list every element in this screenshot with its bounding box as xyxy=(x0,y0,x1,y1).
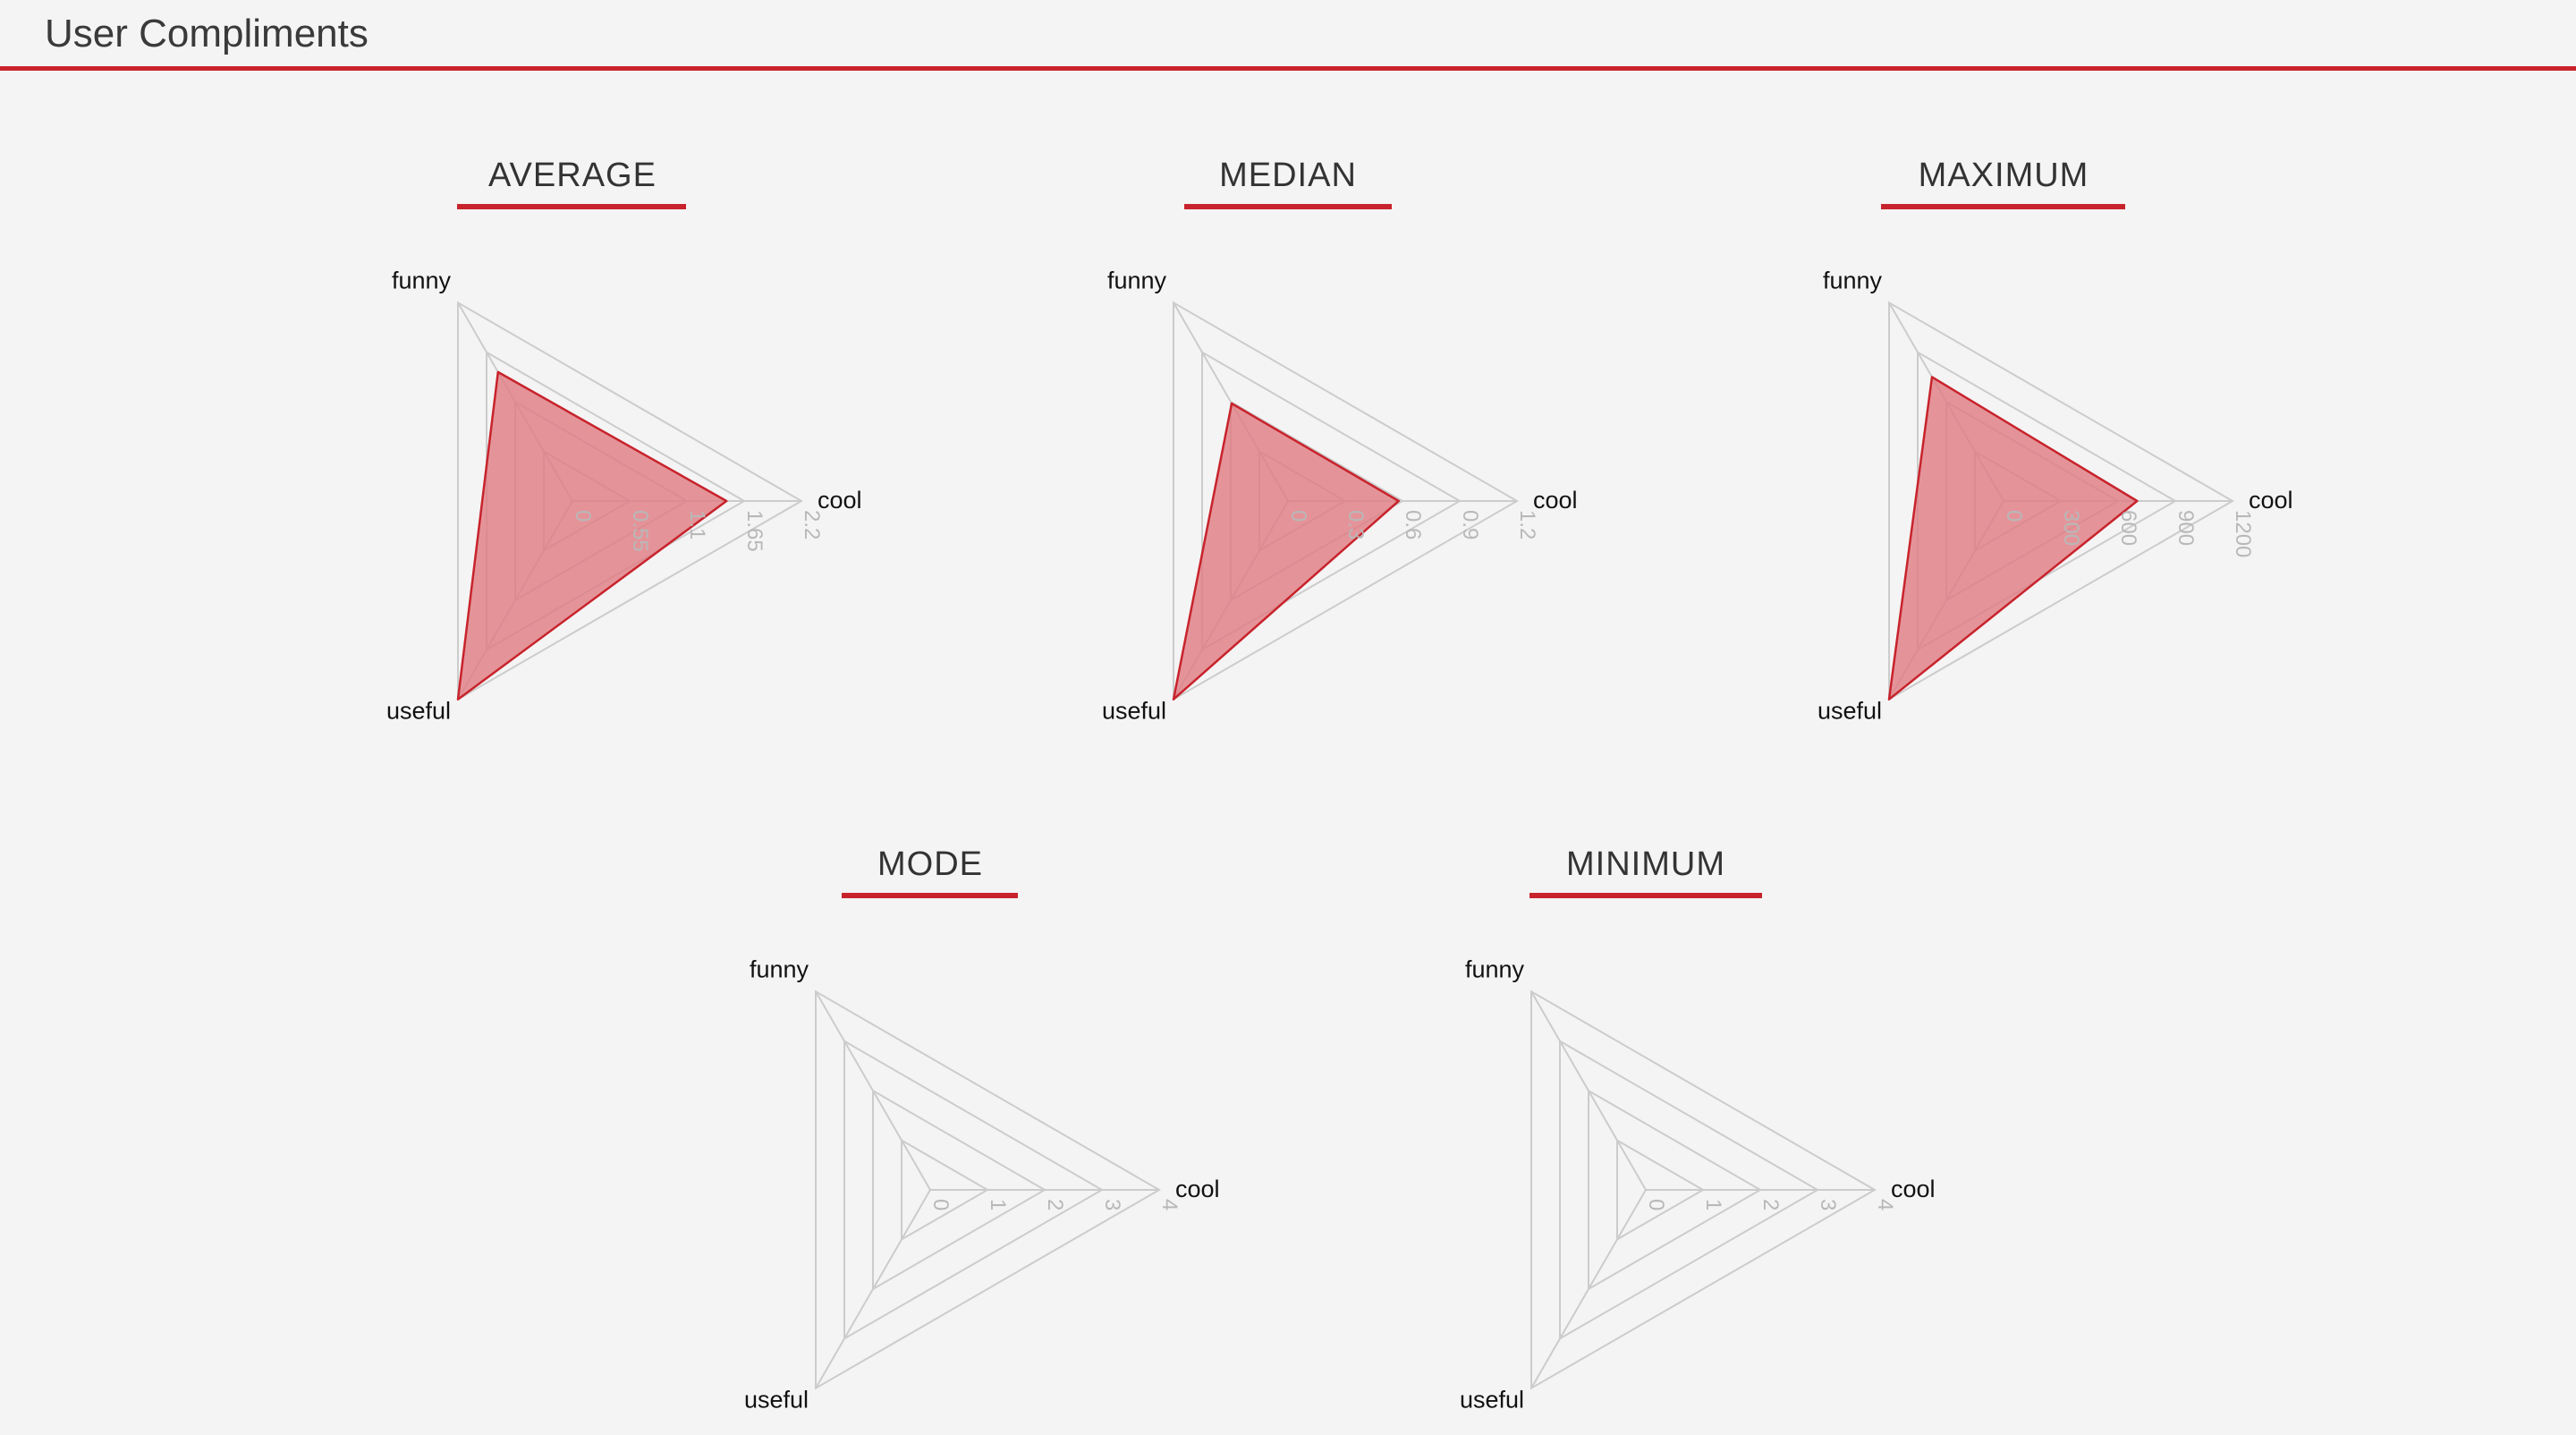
median-axis-label-funny: funny xyxy=(1107,267,1167,293)
maximum-tick-label: 300 xyxy=(2059,510,2083,546)
minimum-tick-label: 1 xyxy=(1701,1199,1725,1210)
median-series-area xyxy=(1172,402,1400,701)
maximum-tick-label: 0 xyxy=(2002,510,2026,522)
median-axis-label-useful: useful xyxy=(1102,698,1166,725)
minimum-axis-label-useful: useful xyxy=(1460,1387,1524,1414)
mode-axis-label-funny: funny xyxy=(750,955,809,982)
median-tick-label: 1.2 xyxy=(1515,510,1539,539)
average-axis-label-useful: useful xyxy=(386,698,451,725)
median-tick-label: 0.9 xyxy=(1458,510,1482,539)
average-tick-label: 0.55 xyxy=(628,510,652,552)
minimum-tick-label: 2 xyxy=(1758,1199,1783,1210)
mode-axis-label-useful: useful xyxy=(744,1387,809,1414)
minimum-axis-label-cool: cool xyxy=(1891,1176,1936,1202)
average-axis-label-funny: funny xyxy=(392,267,452,293)
median-tick-label: 0 xyxy=(1286,510,1310,522)
minimum-axis-label-funny: funny xyxy=(1465,955,1525,982)
average-tick-label: 1.65 xyxy=(742,510,767,552)
median-tick-label: 0.6 xyxy=(1401,510,1425,539)
maximum-axis-label-funny: funny xyxy=(1823,267,1883,293)
average-tick-label: 1.1 xyxy=(685,510,709,539)
mode-axis-label-cool: cool xyxy=(1175,1176,1220,1202)
minimum-tick-label: 3 xyxy=(1816,1199,1840,1210)
maximum-tick-label: 1200 xyxy=(2231,510,2255,557)
average-axis-label-cool: cool xyxy=(818,487,862,514)
radar-charts: 0 0.55 1.1 1.65 2.2coolfunnyuseful0 0.3 0.6 0.9… xyxy=(386,267,2293,1414)
average-tick-label: 0 xyxy=(571,510,595,522)
mode-tick-label: 0 xyxy=(928,1199,953,1210)
average-tick-label: 2.2 xyxy=(800,510,824,539)
maximum-tick-label: 600 xyxy=(2116,510,2140,546)
mode-tick-label: 3 xyxy=(1100,1199,1124,1210)
maximum-axis-label-cool: cool xyxy=(2249,487,2293,514)
median-axis-label-cool: cool xyxy=(1533,487,1578,514)
mode-tick-label: 1 xyxy=(986,1199,1010,1210)
mode-tick-label: 2 xyxy=(1043,1199,1067,1210)
minimum-tick-label: 0 xyxy=(1644,1199,1668,1210)
maximum-tick-label: 900 xyxy=(2174,510,2198,546)
median-tick-label: 0.3 xyxy=(1343,510,1368,539)
maximum-axis-label-useful: useful xyxy=(1818,698,1882,725)
